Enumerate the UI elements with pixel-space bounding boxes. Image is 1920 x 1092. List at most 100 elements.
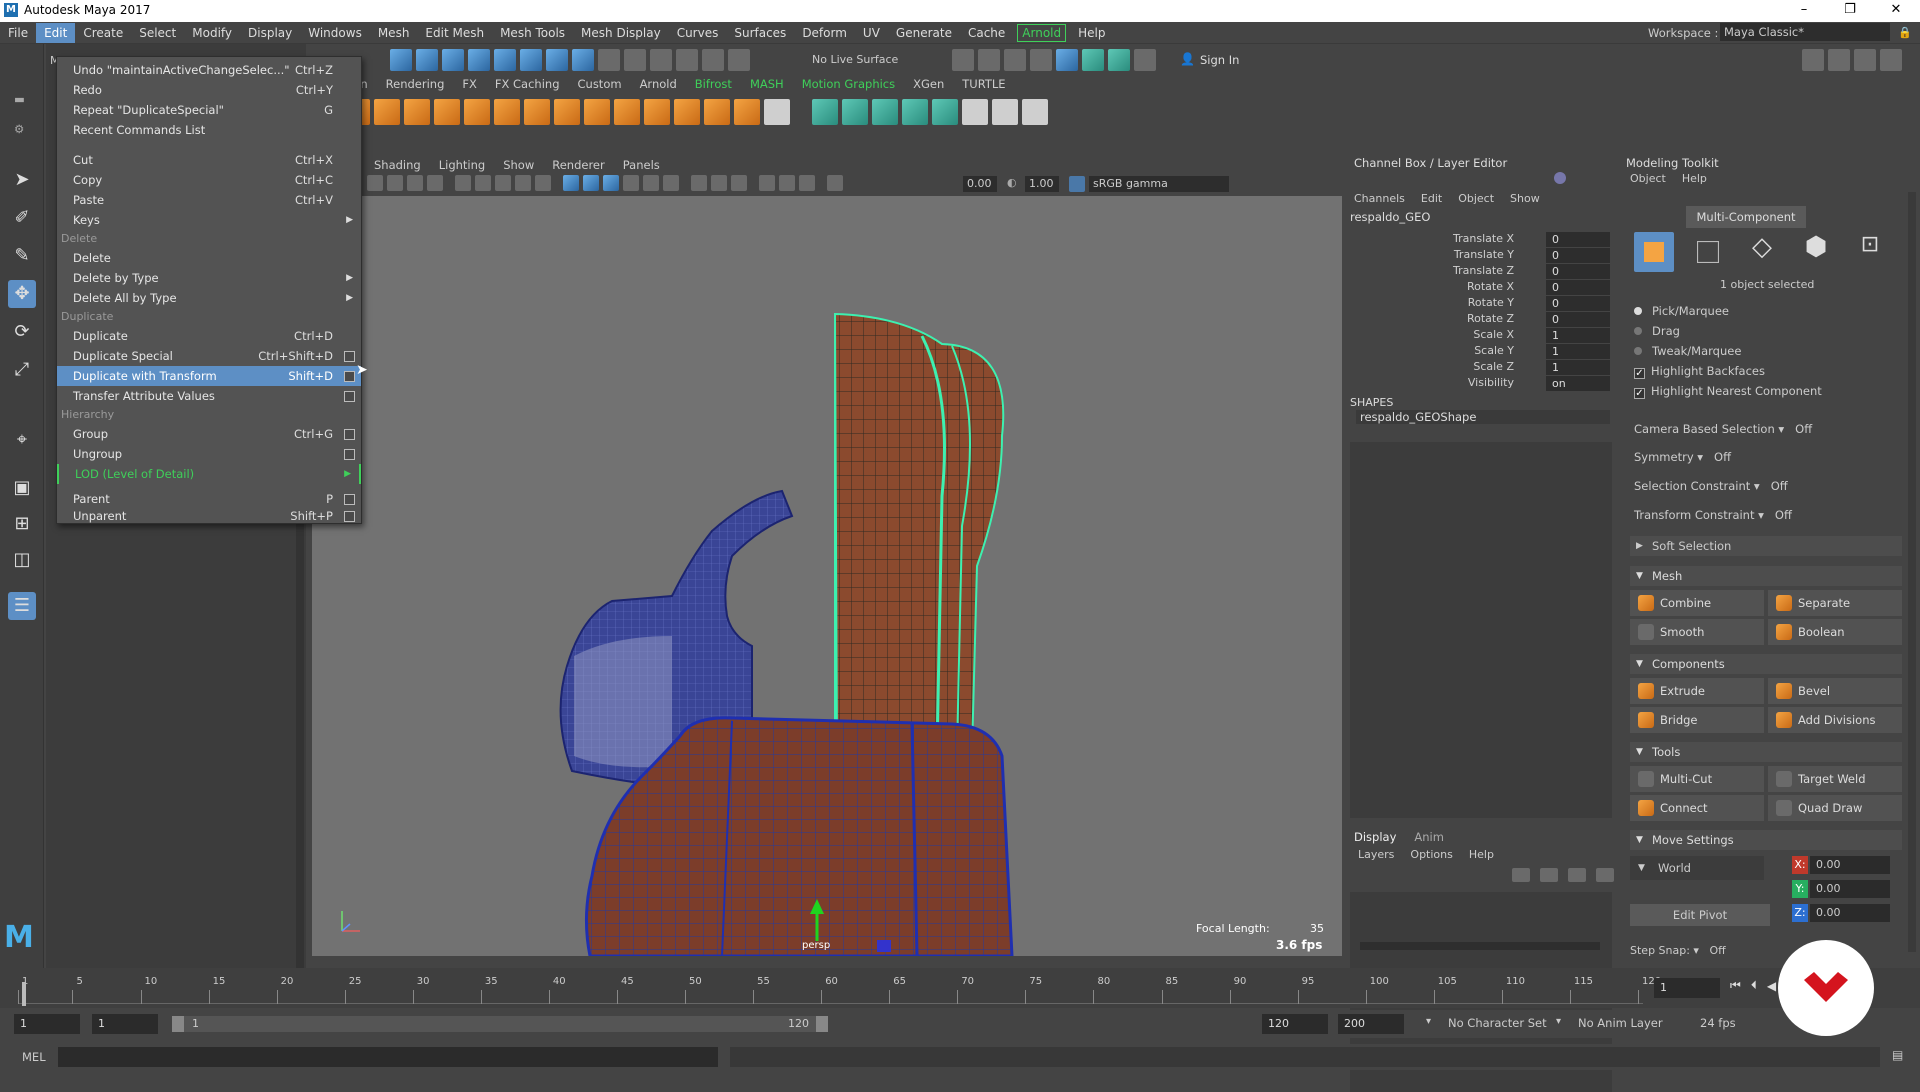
minimize-button[interactable]: – [1784,2,1824,17]
menu-item-duplicate-with-transform[interactable]: Duplicate with Transform Shift+D [57,366,361,386]
render-settings-icon[interactable] [1030,49,1052,71]
extrude-shelf-icon[interactable] [524,99,550,125]
move-tool-icon[interactable]: ✥ [8,280,36,308]
tab-rendering[interactable]: Rendering [377,75,454,93]
menu-item-cut[interactable]: Cut Ctrl+X [57,150,361,170]
cube-icon[interactable] [374,99,400,125]
target-weld-button[interactable]: Target Weld [1768,766,1902,792]
two-view-icon[interactable]: ◫ [8,546,36,574]
arnold-tool-2-icon[interactable] [992,99,1018,125]
cb-menu-object[interactable]: Object [1458,192,1494,205]
ipr-render-icon[interactable] [1004,49,1026,71]
image-plane-icon[interactable] [427,175,443,191]
cb-menu-channels[interactable]: Channels [1354,192,1405,205]
attr-scale-z[interactable]: Scale Z1 [1346,360,1614,376]
mirror-shelf-icon[interactable] [704,99,730,125]
pick-marquee-radio[interactable]: Pick/Marquee [1634,304,1729,318]
close-button[interactable]: ✕ [1876,2,1916,17]
current-frame-marker[interactable] [22,982,26,1006]
ambient-occlusion-icon[interactable] [711,175,727,191]
shadows-icon[interactable] [663,175,679,191]
smooth-button[interactable]: Smooth [1630,619,1764,645]
menu-item-undo[interactable]: Undo "maintainActiveChangeSelec..." Ctrl+… [57,60,361,80]
separate-button[interactable]: Separate [1768,590,1902,616]
xray-components-icon[interactable] [799,175,815,191]
arnold-ipr-icon[interactable] [1108,49,1130,71]
layer-hscroll[interactable] [1360,942,1600,950]
attr-rotate-y[interactable]: Rotate Y0 [1346,296,1614,312]
snap-surface-icon[interactable] [572,49,594,71]
cb-object-name[interactable]: respaldo_GEO [1350,210,1430,224]
playback-start-field[interactable]: 1 [92,1014,158,1034]
menu-deform[interactable]: Deform [794,23,855,43]
menu-arnold[interactable]: Arnold [1017,23,1067,42]
grid-icon[interactable] [455,175,471,191]
move-space-dropdown[interactable]: ▼ World [1630,856,1764,880]
highlight-nearest-checkbox[interactable]: ✓ Highlight Nearest Component [1634,384,1822,399]
viewport-menu-show[interactable]: Show [494,158,543,172]
menu-file[interactable]: File [0,23,36,43]
add-divisions-button[interactable]: Add Divisions [1768,707,1902,733]
command-input[interactable] [58,1047,718,1067]
gamma-field[interactable]: 1.00 [1025,176,1059,192]
multi-component-button[interactable]: Multi-Component [1686,206,1806,228]
tool-settings-icon[interactable] [1854,49,1876,71]
layer-menu-layers[interactable]: Layers [1358,848,1394,861]
soft-selection-section[interactable]: ▶ Soft Selection [1630,536,1902,556]
tab-motion-graphics[interactable]: Motion Graphics [793,75,904,93]
viewport-menu-lighting[interactable]: Lighting [430,158,494,172]
combine-button[interactable]: Combine [1630,590,1764,616]
menu-generate[interactable]: Generate [888,23,960,43]
menu-item-recent-commands[interactable]: Recent Commands List [57,120,361,140]
attr-translate-y[interactable]: Translate Y0 [1346,248,1614,264]
step-snap-dropdown[interactable]: Step Snap: ▾ Off [1630,944,1726,957]
quad-draw-button[interactable]: Quad Draw [1768,795,1902,821]
menu-item-unparent[interactable]: Unparent Shift+P [57,509,361,523]
menu-edit-mesh[interactable]: Edit Mesh [417,23,492,43]
bookmark-icon[interactable] [407,175,423,191]
attr-rotate-z[interactable]: Rotate Z0 [1346,312,1614,328]
live-surface-label[interactable]: No Live Surface [812,53,898,66]
menu-mesh[interactable]: Mesh [370,23,418,43]
plane-icon[interactable] [434,99,460,125]
new-layer-selected-icon[interactable] [1596,868,1614,882]
attr-rotate-x[interactable]: Rotate X0 [1346,280,1614,296]
attr-translate-x[interactable]: Translate X0 [1346,232,1614,248]
menu-item-duplicate[interactable]: Duplicate Ctrl+D [57,326,361,346]
menu-help[interactable]: Help [1070,23,1113,43]
menu-item-transfer-attribute-values[interactable]: Transfer Attribute Values [57,386,361,406]
lock-selection-icon[interactable] [598,49,620,71]
anim-layer-chevron-icon[interactable]: ▾ [1556,1016,1561,1027]
current-frame-field[interactable]: 1 [1654,978,1720,998]
option-box-icon[interactable] [344,494,355,505]
render-frame-icon[interactable] [978,49,1000,71]
menu-create[interactable]: Create [75,23,131,43]
viewport-menu-panels[interactable]: Panels [614,158,669,172]
viewport-persp[interactable]: Focal Length: 35 3.6 fps persp [312,196,1342,956]
lasso-tool-icon[interactable]: ✐ [8,204,36,232]
time-slider[interactable]: 1510152025303540455055606570758085909510… [0,968,1920,1008]
boolean-button[interactable]: Boolean [1768,619,1902,645]
outliner-scrollbar[interactable] [296,524,304,984]
connect-button[interactable]: Connect [1630,795,1764,821]
colorspace-select[interactable]: sRGB gamma [1089,176,1229,192]
timeline-track[interactable]: 1510152025303540455055606570758085909510… [18,976,1661,1004]
menu-item-keys[interactable]: Keys ▶ [57,210,361,230]
last-tool-icon[interactable]: ⌖ [8,426,36,454]
selection-constraint-dropdown[interactable]: Selection Constraint ▾ Off [1634,479,1788,493]
mesh-section[interactable]: Mesh [1630,566,1902,586]
attr-translate-z[interactable]: Translate Z0 [1346,264,1614,280]
rotate-tool-icon[interactable]: ⟳ [8,318,36,346]
menu-surfaces[interactable]: Surfaces [726,23,794,43]
range-slider[interactable]: 1 120 [172,1016,828,1032]
toolkit-scrollbar[interactable] [1908,192,1916,952]
layer-tab-display[interactable]: Display [1354,830,1396,844]
tab-mash[interactable]: MASH [741,75,793,93]
textured-icon[interactable] [623,175,639,191]
snap-view-icon[interactable] [546,49,568,71]
restore-button[interactable]: ❐ [1830,2,1870,17]
menu-item-parent[interactable]: Parent P [57,489,361,509]
tab-turtle[interactable]: TURTLE [953,75,1014,93]
smooth-shade-icon[interactable] [583,175,599,191]
lock-icon[interactable]: 🔒 [1898,26,1912,39]
